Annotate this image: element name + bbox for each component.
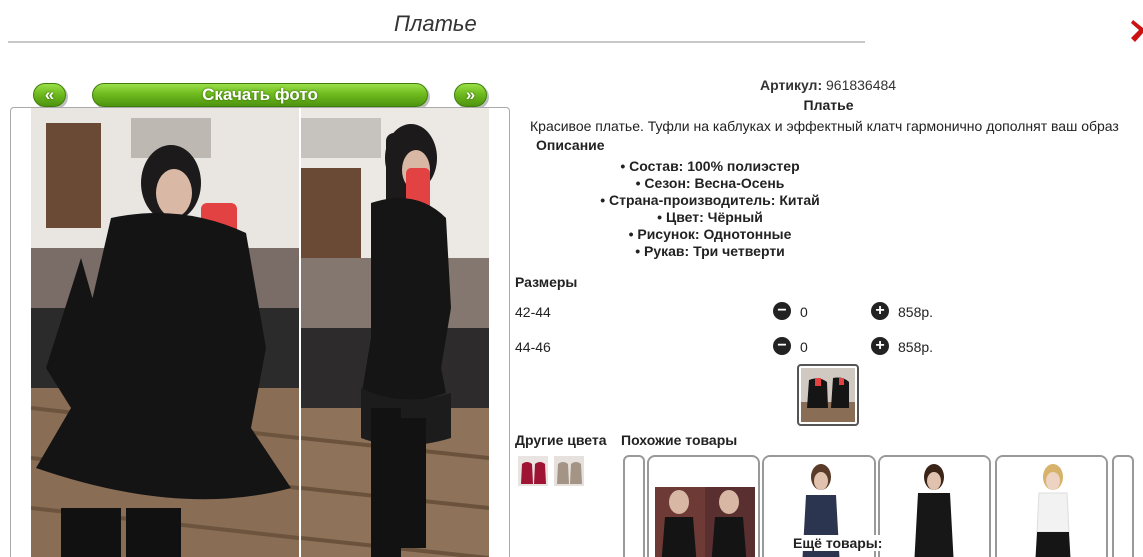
photo-thumbnail[interactable] [797,364,859,426]
size-row: 42-44 − 0 + 858р. [515,302,955,322]
title-divider [8,41,865,43]
sku-label: Артикул: [760,77,823,93]
more-products-label[interactable]: Ещё товары: [791,535,885,551]
description-heading: Описание [536,137,605,153]
sku: Артикул: 961836484 [760,77,1010,93]
property-item: Рисунок: Однотонные [515,226,905,243]
property-item: Рукав: Три четверти [515,243,905,260]
similar-product-image [655,487,755,557]
download-photo-button[interactable]: Скачать фото [92,83,428,107]
product-name: Платье [803,97,854,113]
carousel-next-button[interactable] [1112,455,1134,557]
property-item: Состав: 100% полиэстер [515,158,905,175]
similar-product-image [880,457,989,557]
sizes-heading: Размеры [515,274,578,290]
size-label: 42-44 [515,304,551,320]
product-description: Красивое платье. Туфли на каблуках и эфф… [530,118,1119,134]
similar-product-image [997,457,1106,557]
property-item: Страна-производитель: Китай [515,192,905,209]
increase-quantity-button[interactable]: + [871,302,889,320]
color-variant-red[interactable] [518,456,548,486]
carousel-prev-button[interactable] [623,455,645,557]
previous-photo-button[interactable]: « [33,83,66,107]
quantity-value: 0 [800,339,808,355]
next-photo-button[interactable]: » [454,83,487,107]
color-variant-beige[interactable] [554,456,584,486]
product-photo-left [31,108,299,557]
similar-products-heading: Похожие товары [621,432,738,448]
main-photo[interactable] [10,107,510,557]
property-item: Сезон: Весна-Осень [515,175,905,192]
size-label: 44-46 [515,339,551,355]
page-title: Платье [394,11,477,36]
property-item: Цвет: Чёрный [515,209,905,226]
sku-value: 961836484 [826,77,897,93]
decrease-quantity-button[interactable]: − [773,337,791,355]
increase-quantity-button[interactable]: + [871,337,889,355]
size-row: 44-46 − 0 + 858р. [515,337,955,357]
similar-product-card[interactable] [647,455,760,557]
other-colors-heading: Другие цвета [515,432,607,448]
decrease-quantity-button[interactable]: − [773,302,791,320]
size-price: 858р. [898,339,934,355]
close-icon[interactable] [1131,14,1143,44]
size-price: 858р. [898,304,934,320]
similar-product-card[interactable] [995,455,1108,557]
similar-product-card[interactable] [878,455,991,557]
quantity-value: 0 [800,304,808,320]
thumbnail-image [801,368,855,422]
product-photo-right [301,108,489,557]
property-list: Состав: 100% полиэстер Сезон: Весна-Осен… [515,158,905,260]
